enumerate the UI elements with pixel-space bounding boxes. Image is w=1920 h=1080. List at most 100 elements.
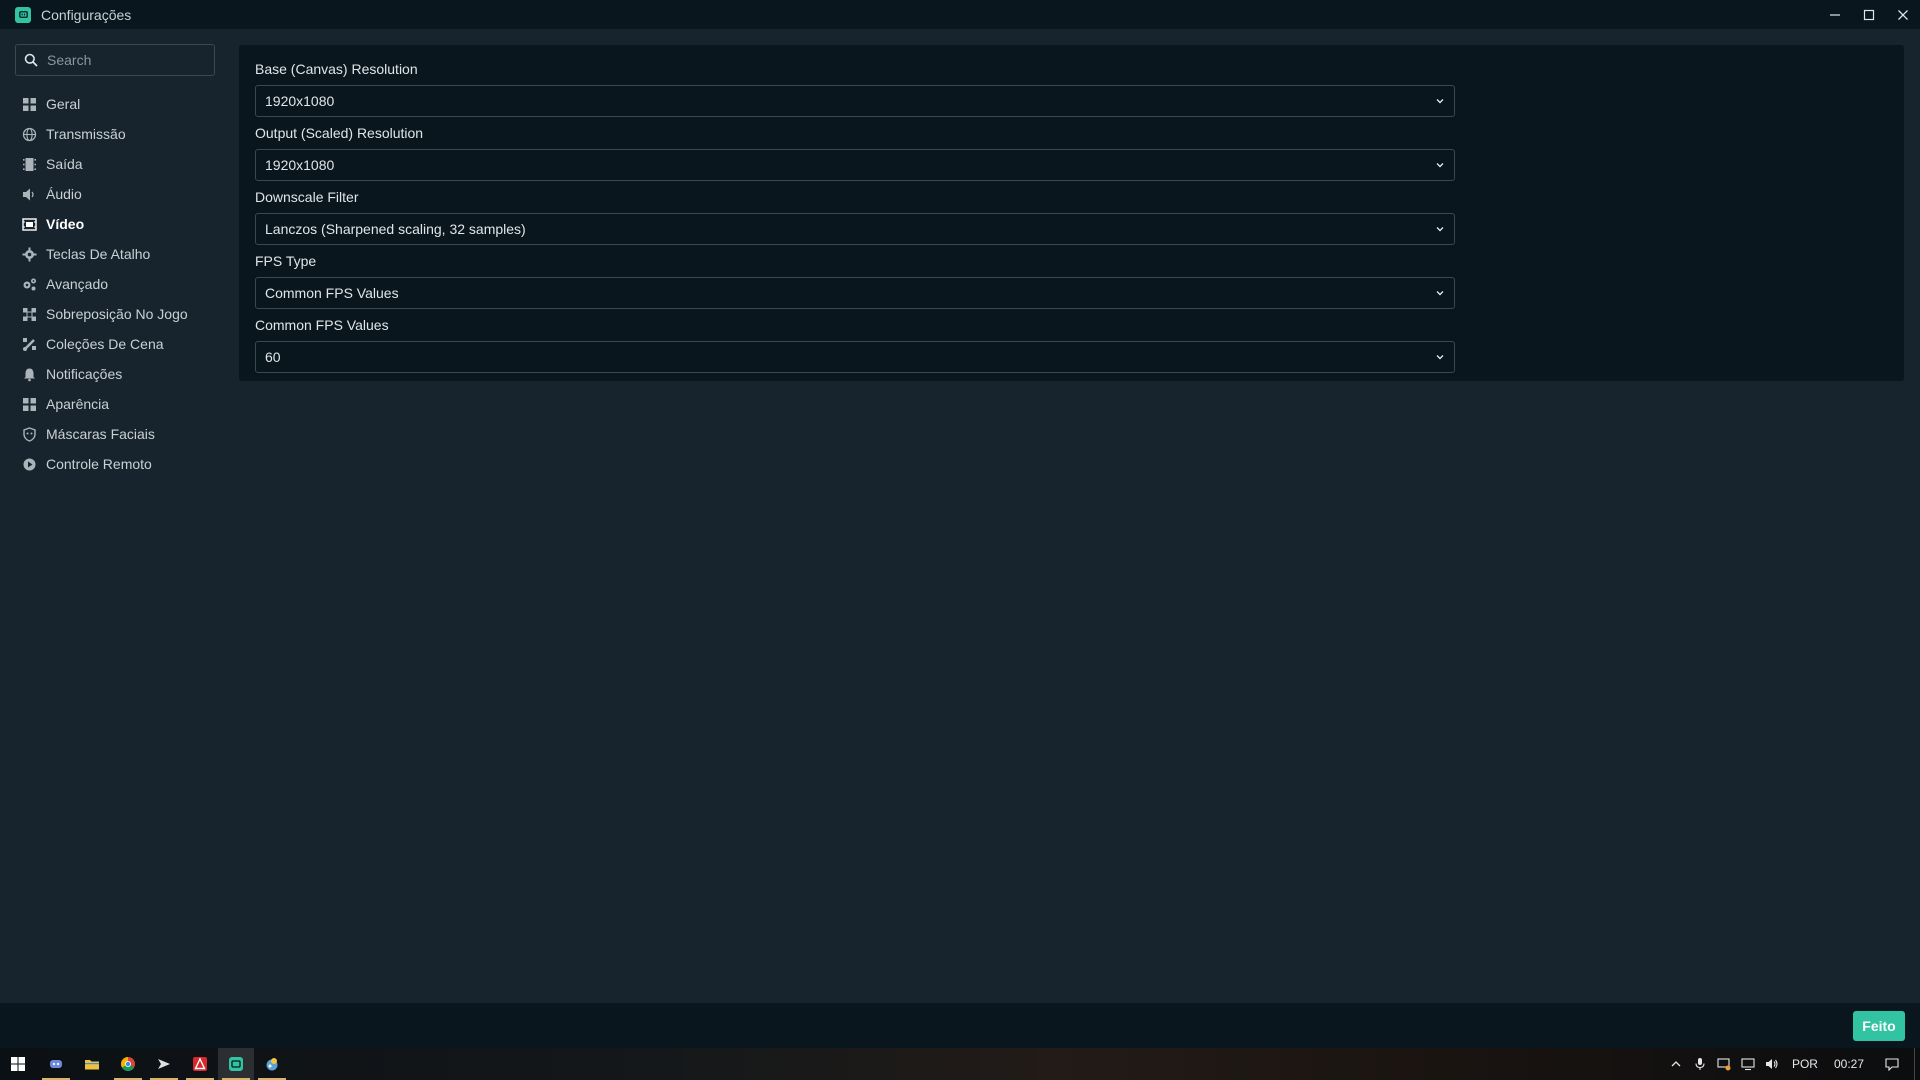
film-strip-icon — [22, 157, 37, 172]
sidebar-item-aparencia[interactable]: Aparência — [0, 389, 228, 419]
sidebar-item-mascaras-faciais[interactable]: Máscaras Faciais — [0, 419, 228, 449]
taskbar-discord[interactable] — [38, 1048, 74, 1080]
tray-network-status[interactable] — [1712, 1048, 1736, 1080]
grid-icon — [22, 397, 37, 412]
tray-volume[interactable] — [1760, 1048, 1784, 1080]
taskbar-file-explorer[interactable] — [74, 1048, 110, 1080]
sidebar-item-label: Teclas De Atalho — [46, 246, 151, 262]
grid-icon — [22, 97, 37, 112]
select-value: Lanczos (Sharpened scaling, 32 samples) — [265, 221, 526, 237]
sidebar-item-label: Geral — [46, 96, 81, 112]
base-resolution-label: Base (Canvas) Resolution — [255, 61, 418, 77]
output-resolution-select[interactable]: 1920x1080 — [255, 149, 1455, 181]
chevron-down-icon — [1436, 163, 1444, 168]
discord-icon — [50, 1060, 62, 1068]
bell-icon — [22, 367, 37, 382]
sidebar-item-geral[interactable]: Geral — [0, 89, 228, 119]
downscale-filter-label: Downscale Filter — [255, 189, 359, 205]
gear-icon — [22, 247, 37, 262]
shield-icon — [22, 426, 37, 442]
sidebar-item-label: Controle Remoto — [46, 456, 152, 472]
system-tray: POR 00:27 — [1664, 1048, 1920, 1080]
title-bar: Configurações — [0, 0, 1920, 29]
tray-microphone[interactable] — [1688, 1048, 1712, 1080]
app-icon — [158, 1059, 170, 1069]
monitor-icon — [1741, 1058, 1755, 1071]
globe-icon — [22, 127, 37, 142]
chevron-down-icon — [1436, 99, 1444, 104]
remote-icon — [22, 457, 37, 472]
overlay-icon — [22, 307, 37, 322]
common-fps-label: Common FPS Values — [255, 317, 389, 333]
sidebar-item-label: Vídeo — [46, 216, 85, 232]
gears-icon — [22, 277, 37, 292]
start-button[interactable] — [0, 1048, 36, 1080]
window-title: Configurações — [41, 6, 132, 23]
sidebar-item-video[interactable]: Vídeo — [0, 209, 228, 239]
sidebar-item-label: Transmissão — [46, 126, 126, 142]
downscale-filter-select[interactable]: Lanczos (Sharpened scaling, 32 samples) — [255, 213, 1455, 245]
select-value: 1920x1080 — [265, 93, 335, 109]
done-button[interactable]: Feito — [1853, 1011, 1905, 1041]
common-fps-select[interactable]: 60 — [255, 341, 1455, 373]
action-center-button[interactable] — [1880, 1048, 1904, 1080]
sidebar-item-avancado[interactable]: Avançado — [0, 269, 228, 299]
select-value: 1920x1080 — [265, 157, 335, 173]
tray-display[interactable] — [1736, 1048, 1760, 1080]
search-input[interactable] — [47, 52, 207, 68]
show-desktop-button[interactable] — [1914, 1048, 1920, 1080]
taskbar-streamlabs[interactable] — [218, 1048, 254, 1080]
notification-center-icon — [1885, 1058, 1899, 1071]
chrome-icon — [121, 1057, 135, 1071]
taskbar-app[interactable] — [146, 1048, 182, 1080]
speaker-icon — [22, 187, 37, 202]
sidebar-item-label: Áudio — [46, 186, 82, 202]
pinball-icon — [266, 1058, 278, 1071]
brush-icon — [22, 337, 37, 352]
taskbar-chrome[interactable] — [110, 1048, 146, 1080]
taskbar-pinball[interactable] — [254, 1048, 290, 1080]
chevron-down-icon — [1436, 227, 1444, 232]
sidebar-item-saida[interactable]: Saída — [0, 149, 228, 179]
chevron-down-icon — [1436, 355, 1444, 360]
clock[interactable]: 00:27 — [1826, 1057, 1872, 1071]
taskbar-acrobat[interactable] — [182, 1048, 218, 1080]
fps-type-select[interactable]: Common FPS Values — [255, 277, 1455, 309]
sidebar-item-label: Saída — [46, 156, 83, 172]
minimize-button[interactable] — [1818, 0, 1852, 29]
sidebar-item-label: Sobreposição No Jogo — [46, 306, 188, 322]
settings-sidebar: Geral Transmissão Saída Áudio Vídeo Tecl… — [0, 29, 228, 1003]
sidebar-item-controle-remoto[interactable]: Controle Remoto — [0, 449, 228, 479]
maximize-button[interactable] — [1852, 0, 1886, 29]
base-resolution-select[interactable]: 1920x1080 — [255, 85, 1455, 117]
sidebar-item-label: Notificações — [46, 366, 123, 382]
windows-taskbar: POR 00:27 — [0, 1048, 1920, 1080]
search-box[interactable] — [15, 44, 215, 76]
sidebar-item-notificacoes[interactable]: Notificações — [0, 359, 228, 389]
sidebar-item-label: Coleções De Cena — [46, 336, 164, 352]
select-value: 60 — [265, 349, 281, 365]
close-icon — [1898, 9, 1908, 20]
acrobat-icon — [193, 1057, 207, 1071]
maximize-icon — [1863, 9, 1875, 20]
streamlabs-icon — [229, 1057, 243, 1071]
video-icon — [22, 217, 37, 232]
output-resolution-label: Output (Scaled) Resolution — [255, 125, 424, 141]
volume-icon — [1765, 1059, 1778, 1069]
file-explorer-icon — [85, 1060, 99, 1070]
sidebar-item-colecoes-de-cena[interactable]: Coleções De Cena — [0, 329, 228, 359]
sidebar-item-teclas-de-atalho[interactable]: Teclas De Atalho — [0, 239, 228, 269]
sidebar-item-audio[interactable]: Áudio — [0, 179, 228, 209]
sidebar-item-label: Aparência — [46, 396, 110, 412]
close-button[interactable] — [1886, 0, 1920, 29]
settings-footer: Feito — [0, 1003, 1920, 1048]
tray-show-hidden-button[interactable] — [1664, 1048, 1688, 1080]
settings-nav: Geral Transmissão Saída Áudio Vídeo Tecl… — [0, 89, 228, 479]
sidebar-item-transmissao[interactable]: Transmissão — [0, 119, 228, 149]
video-settings-panel: Base (Canvas) Resolution 1920x1080 Outpu… — [239, 45, 1904, 381]
microphone-icon — [1695, 1058, 1705, 1070]
sidebar-item-label: Máscaras Faciais — [46, 426, 155, 442]
chevron-down-icon — [1436, 291, 1444, 296]
sidebar-item-sobreposicao-no-jogo[interactable]: Sobreposição No Jogo — [0, 299, 228, 329]
input-language[interactable]: POR — [1784, 1057, 1826, 1071]
